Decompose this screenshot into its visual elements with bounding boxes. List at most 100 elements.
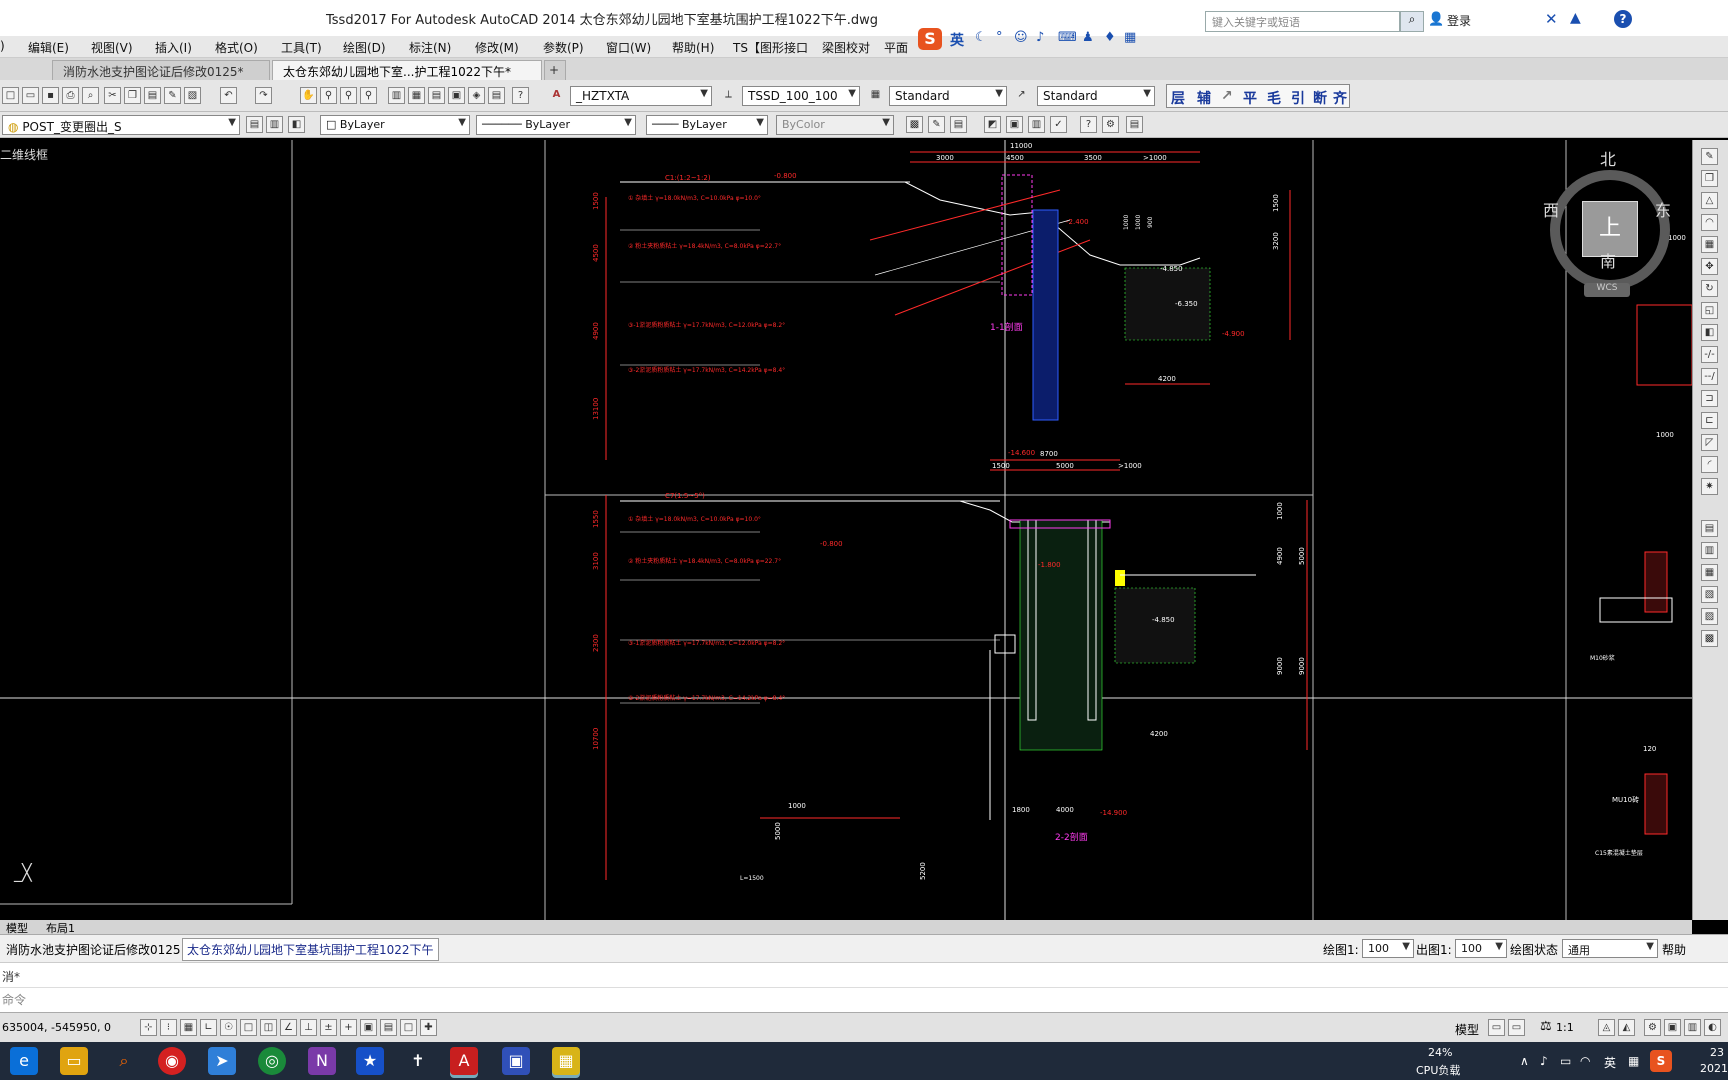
model-space-toggle[interactable]: 模型 — [1455, 1021, 1479, 1038]
tssd-lead-button[interactable]: 引 — [1291, 88, 1305, 108]
network-icon[interactable]: ▭ — [1560, 1054, 1571, 1068]
doc-tab-2[interactable]: 太仓东郊幼儿园地下室...护工程1022下午* — [272, 60, 542, 80]
annotation-scale[interactable]: 1:1 — [1556, 1021, 1574, 1034]
lock-icon[interactable]: ▣ — [1664, 1019, 1681, 1036]
pan-icon[interactable]: ✋ — [300, 87, 317, 104]
quickcalc-icon[interactable]: ▤ — [488, 87, 505, 104]
help-search-input[interactable]: 键入关键字或短语 — [1205, 11, 1400, 32]
help-icon[interactable]: ? — [1614, 10, 1632, 28]
layer-walk-icon[interactable]: ✓ — [1050, 116, 1067, 133]
clock-date[interactable]: 2021 — [1700, 1062, 1728, 1075]
extend-icon[interactable]: --/ — [1701, 368, 1718, 385]
layer-state-icon[interactable]: ◩ — [984, 116, 1001, 133]
array-icon[interactable]: ▦ — [1701, 236, 1718, 253]
login-link[interactable]: 登录 — [1447, 12, 1471, 29]
design-center-icon[interactable]: ▦ — [408, 87, 425, 104]
drawing-canvas[interactable]: 二维线框 _╳ 1-1剖面 1500 4500 4900 13100 ① 杂填土… — [0, 140, 1693, 920]
ime-lang-indicator[interactable]: 英 — [950, 30, 964, 50]
ime-keyboard-icon[interactable]: ⌨ — [1058, 30, 1077, 45]
lineweight-select[interactable]: ──── ByLayer ▼ — [646, 115, 768, 135]
mirror-icon[interactable]: △ — [1701, 192, 1718, 209]
ducs-icon[interactable]: ⊥ — [300, 1019, 317, 1036]
text-style-icon[interactable]: A — [548, 87, 565, 104]
draw-scale-select[interactable]: 100 ▼ — [1362, 939, 1414, 958]
quickview-layouts-icon[interactable]: ▭ — [1488, 1019, 1505, 1036]
layer-previous-icon[interactable]: ◧ — [288, 116, 305, 133]
menu-format[interactable]: 格式(O) — [215, 39, 258, 56]
menu-tools[interactable]: 工具(T) — [281, 39, 322, 56]
wechat-icon[interactable]: ◎ — [258, 1047, 286, 1075]
help-icon-2[interactable]: ? — [1080, 116, 1097, 133]
tssd-hair-button[interactable]: 毛 — [1267, 88, 1281, 108]
plot-icon[interactable]: ⎙ — [62, 87, 79, 104]
trim-icon[interactable]: -/- — [1701, 346, 1718, 363]
markup-icon[interactable]: ◈ — [468, 87, 485, 104]
viewcube-south[interactable]: 南 — [1600, 248, 1616, 272]
palette-icon[interactable]: ▤ — [950, 116, 967, 133]
menu-draw[interactable]: 绘图(D) — [343, 39, 386, 56]
layer-freeze-icon[interactable]: ▥ — [1028, 116, 1045, 133]
sheetset-icon[interactable]: ▣ — [448, 87, 465, 104]
command-line[interactable] — [0, 987, 1728, 1009]
menu-dimension[interactable]: 标注(N) — [409, 39, 451, 56]
table-style-select[interactable]: Standard ▼ — [889, 86, 1007, 106]
remote-app-icon[interactable]: ▣ — [502, 1047, 530, 1075]
tssd-align-button[interactable]: 齐 — [1333, 88, 1347, 108]
viewport-label[interactable]: 二维线框 — [0, 146, 48, 163]
rotate-icon[interactable]: ↻ — [1701, 280, 1718, 297]
help-button[interactable]: 帮助 — [1662, 941, 1686, 958]
mleader-style-select[interactable]: Standard ▼ — [1037, 86, 1155, 106]
layer-select[interactable]: ◍ POST_变更圈出_S ▼ — [2, 115, 240, 135]
pin-app-icon[interactable]: ✝ — [404, 1047, 432, 1075]
draw-state-select[interactable]: 通用 ▼ — [1562, 939, 1658, 958]
auto-scale-icon[interactable]: ◭ — [1618, 1019, 1635, 1036]
lwt-icon[interactable]: + — [340, 1019, 357, 1036]
exchange-icon[interactable]: ✕ — [1545, 10, 1558, 28]
am-icon[interactable]: ✚ — [420, 1019, 437, 1036]
text-style-select[interactable]: _HZTXTA ▼ — [570, 86, 712, 106]
sc-icon[interactable]: □ — [400, 1019, 417, 1036]
grid-icon[interactable]: ▦ — [180, 1019, 197, 1036]
tray-chevron-icon[interactable]: ∧ — [1520, 1054, 1529, 1068]
stretch-icon[interactable]: ◧ — [1701, 324, 1718, 341]
menu-beam-check[interactable]: 梁图校对 — [822, 39, 870, 56]
file-explorer-icon[interactable]: ▭ — [60, 1047, 88, 1075]
onenote-icon[interactable]: N — [308, 1047, 336, 1075]
chamfer-icon[interactable]: ◸ — [1701, 434, 1718, 451]
hardware-accel-icon[interactable]: ▥ — [1684, 1019, 1701, 1036]
sogou-ime-icon[interactable]: S — [918, 28, 942, 50]
cut-icon[interactable]: ✂ — [104, 87, 121, 104]
draworder-front-icon[interactable]: ▥ — [1701, 542, 1718, 559]
command-prompt[interactable]: 命令 — [2, 991, 26, 1008]
ime-emoji-icon[interactable]: ☺ — [1014, 30, 1028, 45]
redo-icon[interactable]: ↷ — [255, 87, 272, 104]
viewcube-west[interactable]: 西 — [1543, 197, 1559, 221]
undo-icon[interactable]: ↶ — [220, 87, 237, 104]
binoculars-icon[interactable]: ⌕ — [1400, 11, 1424, 32]
ime-mic-icon[interactable]: ♪ — [1036, 30, 1044, 45]
workspace-icon[interactable]: ▩ — [906, 116, 923, 133]
draworder-back-icon[interactable]: ▦ — [1701, 564, 1718, 581]
explode-icon[interactable]: ✷ — [1701, 478, 1718, 495]
draworder-icon[interactable]: ▤ — [1701, 520, 1718, 537]
scale-icon[interactable]: ◱ — [1701, 302, 1718, 319]
preview-icon[interactable]: ⌕ — [82, 87, 99, 104]
join-icon[interactable]: ⊏ — [1701, 412, 1718, 429]
layer-manager-icon[interactable]: ▤ — [246, 116, 263, 133]
copy-object-icon[interactable]: ❐ — [1701, 170, 1718, 187]
netease-music-icon[interactable]: ◉ — [158, 1047, 186, 1075]
wifi-icon[interactable]: ◠ — [1580, 1054, 1590, 1068]
paste-icon[interactable]: ▤ — [144, 87, 161, 104]
open-icon[interactable]: ▭ — [22, 87, 39, 104]
menu-window[interactable]: 窗口(W) — [606, 39, 651, 56]
move-icon[interactable]: ✥ — [1701, 258, 1718, 275]
coordinates[interactable]: 635004, -545950, 0 — [2, 1021, 111, 1034]
text-front-icon[interactable]: ▩ — [1701, 630, 1718, 647]
tssd-layer-button[interactable]: 层 — [1171, 88, 1185, 108]
copy-icon[interactable]: ❐ — [124, 87, 141, 104]
ime-moon-icon[interactable]: ☾ — [975, 30, 987, 45]
workspace-switch-icon[interactable]: ⚙ — [1644, 1019, 1661, 1036]
viewcube-north[interactable]: 北 — [1600, 146, 1616, 170]
matchprop-icon[interactable]: ✎ — [164, 87, 181, 104]
ortho-icon[interactable]: ∟ — [200, 1019, 217, 1036]
